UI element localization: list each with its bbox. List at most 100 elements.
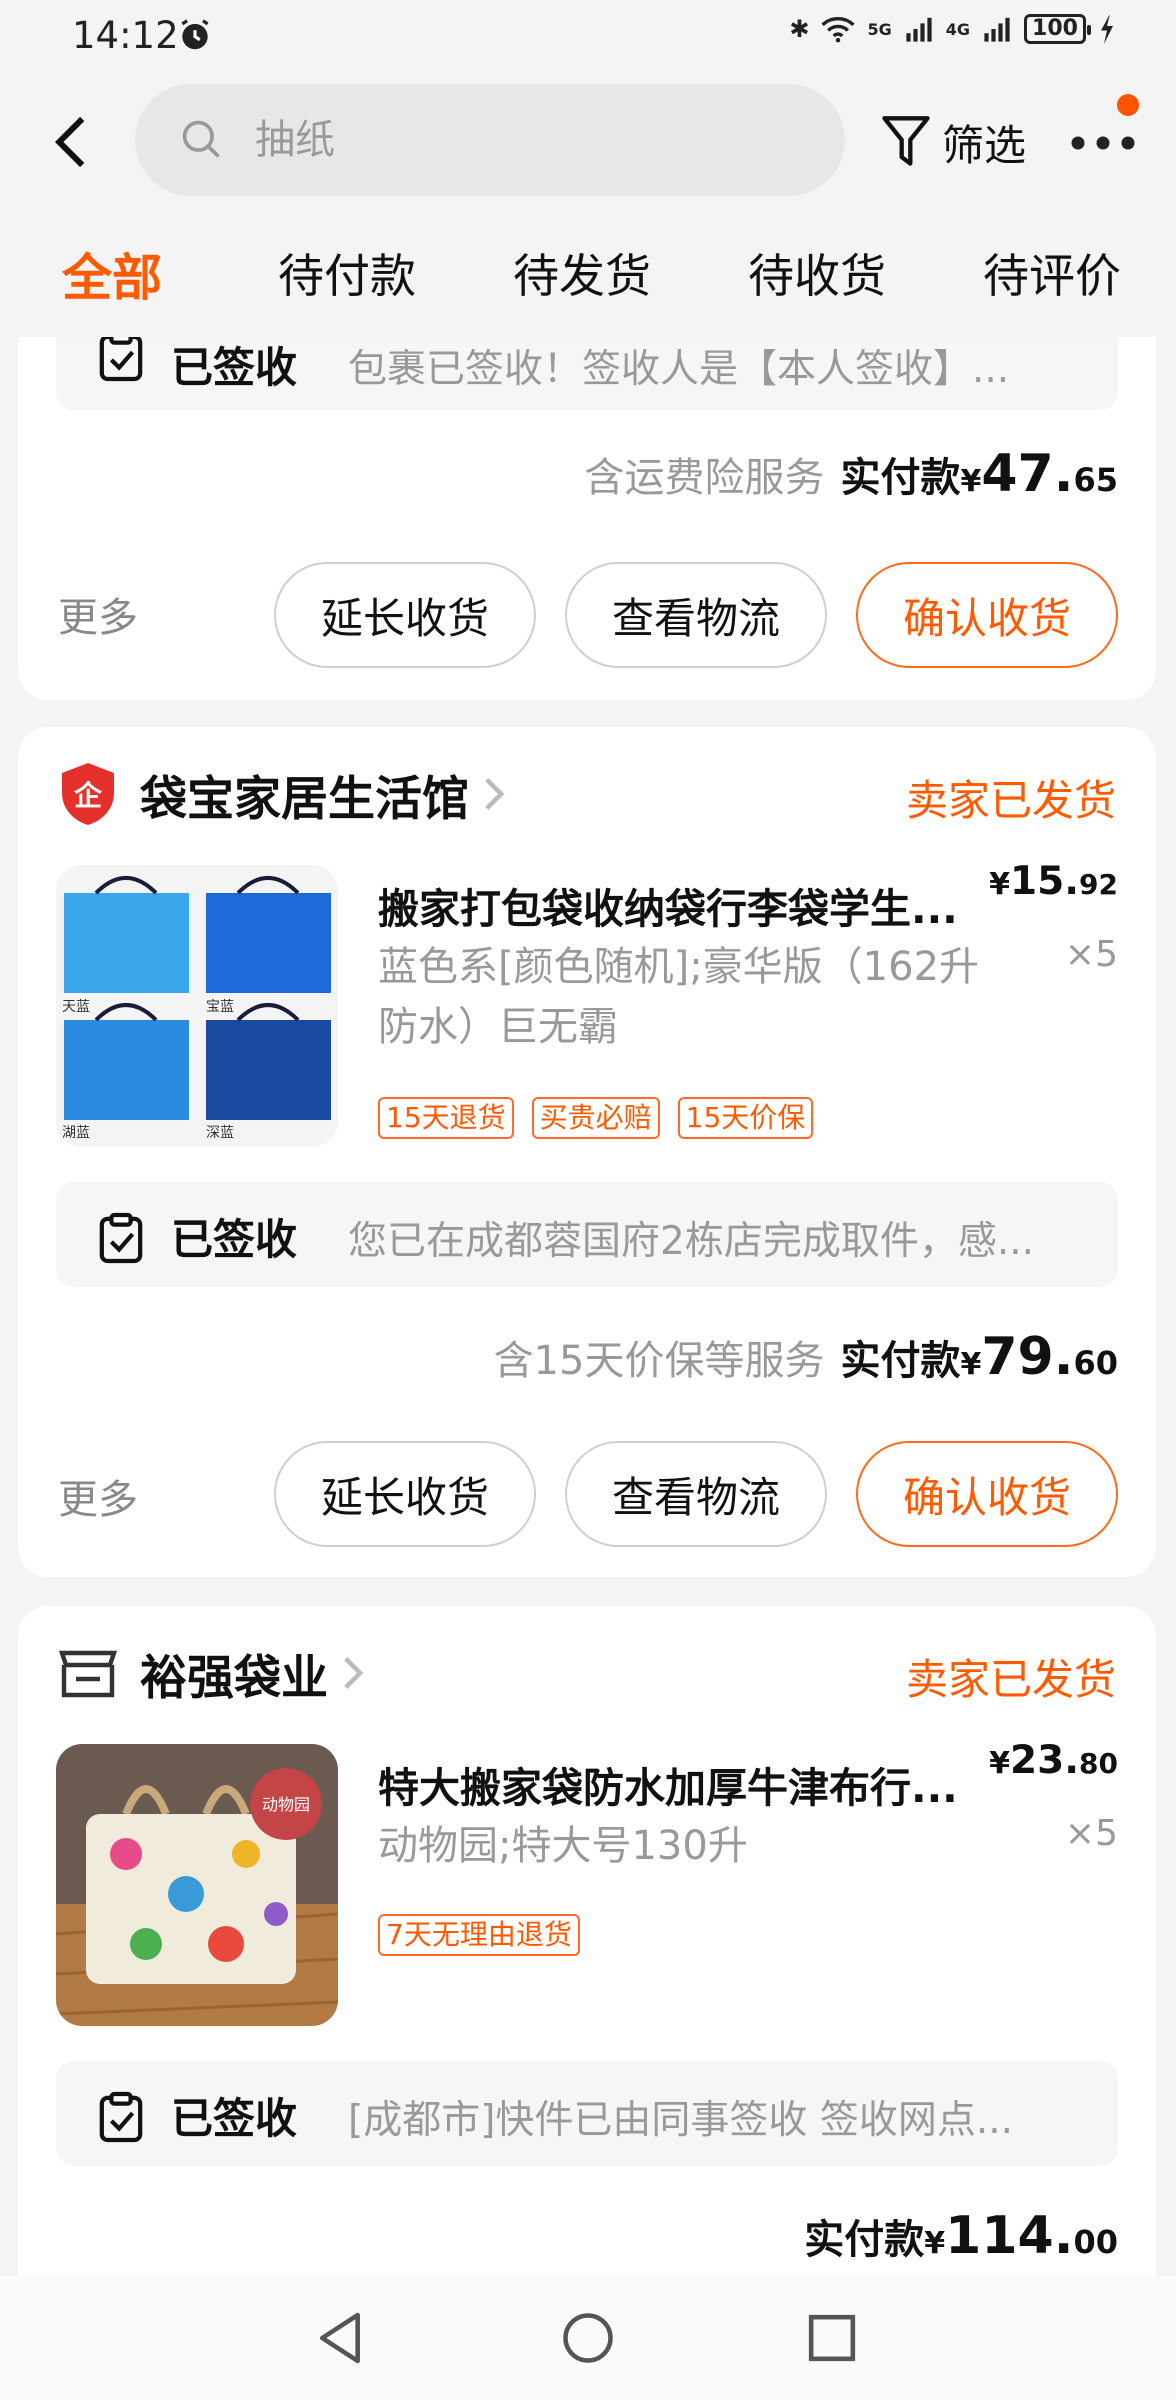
currency-symbol: ¥ — [960, 1347, 982, 1382]
animal-bag-image: 动物园 — [56, 1744, 338, 2026]
price-currency: ¥ — [989, 867, 1010, 902]
tab-pending-receipt[interactable]: 待收货 — [748, 240, 886, 306]
product-title[interactable]: 特大搬家袋防水加厚牛津布行... — [378, 1754, 1018, 1814]
clipboard-check-icon — [99, 2091, 143, 2143]
service-note: 含运费险服务 — [584, 455, 825, 501]
battery-icon: 100 — [1024, 14, 1091, 44]
order-card: 企 袋宝家居生活馆 卖家已发货 天蓝 宝蓝 湖蓝 深蓝 搬家打包袋收纳袋行李袋学… — [18, 727, 1156, 1577]
store-name: 裕强袋业 — [140, 1650, 328, 1706]
extend-receipt-button[interactable]: 延长收货 — [274, 562, 536, 668]
shop-icon — [58, 1650, 118, 1698]
clipboard-check-icon — [99, 330, 143, 382]
logistics-detail: 您已在成都蓉国府2栋店完成取件，感... — [348, 1219, 1035, 1264]
store-link[interactable]: 企 袋宝家居生活馆 — [58, 759, 505, 829]
signal-icon — [906, 17, 932, 42]
status-icons: ✱ 5G 4G 100 — [789, 14, 1116, 44]
system-nav-bar — [0, 2276, 1176, 2400]
logistics-bar[interactable]: 已签收 [成都市]快件已由同事签收 签收网点... — [56, 2061, 1118, 2166]
paid-label: 实付款 — [804, 2217, 925, 2263]
logistics-bar[interactable]: 已签收 您已在成都蓉国府2栋店完成取件，感... — [56, 1182, 1118, 1287]
filter-label: 筛选 — [942, 120, 1027, 170]
product-sku: 蓝色系[颜色随机];豪华版（162升防水）巨无霸 — [378, 944, 980, 1050]
store-shield-icon: 企 — [62, 763, 114, 825]
view-logistics-button[interactable]: 查看物流 — [565, 1441, 827, 1547]
extend-receipt-button[interactable]: 延长收货 — [274, 1441, 536, 1547]
product-thumbnail[interactable]: 天蓝 宝蓝 湖蓝 深蓝 — [56, 865, 338, 1147]
search-bar[interactable] — [135, 84, 845, 196]
paid-integer: 47. — [981, 444, 1074, 504]
search-input[interactable] — [255, 110, 755, 170]
thumb-label-4: 深蓝 — [206, 1125, 234, 1141]
currency-symbol: ¥ — [924, 2226, 946, 2261]
filter-icon — [882, 116, 930, 166]
tab-pending-payment[interactable]: 待付款 — [278, 240, 416, 306]
logistics-detail: [成都市]快件已由同事签收 签收网点... — [348, 2098, 1014, 2143]
search-icon — [182, 120, 220, 158]
logistics-detail: 包裹已签收！签收人是【本人签收】... — [348, 347, 1010, 392]
logistics-state: 已签收 — [171, 1215, 298, 1264]
store-link[interactable]: 裕强袋业 — [58, 1638, 364, 1708]
paid-label: 实付款 — [840, 455, 961, 501]
confirm-receipt-button[interactable]: 确认收货 — [856, 562, 1118, 668]
tab-all[interactable]: 全部 — [62, 238, 162, 310]
paid-amount-row: 含15天价保等服务 实付款 ¥ 79. 60 — [494, 1327, 1118, 1387]
order-tabs: 全部 待付款 待发货 待收货 待评价 — [0, 240, 1176, 312]
price-integer: 23. — [1009, 1738, 1080, 1783]
service-tag: 买贵必赔 — [531, 1097, 660, 1139]
logistics-state: 已签收 — [171, 343, 298, 392]
paid-amount-row: 含运费险服务 实付款 ¥ 47. 65 — [584, 444, 1118, 504]
notification-dot — [1117, 94, 1139, 116]
service-note: 含15天价保等服务 — [493, 1338, 825, 1384]
service-tag: 15天价保 — [677, 1097, 814, 1139]
wifi-icon — [821, 17, 856, 43]
service-tags: 15天退货 买贵必赔 15天价保 — [378, 1097, 814, 1139]
tab-pending-shipment[interactable]: 待发货 — [513, 240, 651, 306]
currency-symbol: ¥ — [960, 464, 982, 499]
filter-button[interactable]: 筛选 — [880, 110, 1026, 174]
confirm-receipt-button[interactable]: 确认收货 — [856, 1441, 1118, 1547]
chevron-right-icon — [485, 778, 505, 810]
price-decimal: 92 — [1079, 868, 1118, 901]
paid-integer: 114. — [945, 2206, 1074, 2266]
alarm-icon — [181, 19, 209, 50]
product-thumbnail[interactable]: 动物园 — [56, 1744, 338, 2026]
nav-home-icon[interactable] — [561, 2311, 615, 2365]
more-link[interactable]: 更多 — [58, 585, 138, 643]
nav-back-icon[interactable] — [316, 2310, 366, 2366]
view-logistics-button[interactable]: 查看物流 — [565, 562, 827, 668]
header: 筛选 全部 待付款 待发货 待收货 待评价 — [0, 72, 1176, 337]
paid-integer: 79. — [981, 1327, 1074, 1387]
product-title[interactable]: 搬家打包袋收纳袋行李袋学生... — [378, 875, 1018, 935]
status-bar: 14:12 ✱ 5G 4G 100 — [0, 0, 1176, 72]
service-tag: 15天退货 — [378, 1097, 514, 1139]
service-tags: 7天无理由退货 — [378, 1914, 580, 1956]
thumb-label-2: 宝蓝 — [206, 999, 234, 1015]
clipboard-check-icon — [99, 1212, 143, 1264]
signal-icon-2 — [984, 17, 1010, 42]
paid-decimal: 65 — [1073, 461, 1118, 499]
product-sku: 动物园;特大号130升 — [378, 1823, 748, 1869]
bluetooth-icon: ✱ — [789, 15, 810, 43]
price-currency: ¥ — [989, 1746, 1010, 1781]
product-price: ¥23.80 — [989, 1738, 1118, 1783]
back-icon[interactable] — [50, 112, 96, 172]
blue-bags-image: 天蓝 宝蓝 湖蓝 深蓝 — [56, 865, 338, 1147]
thumb-label-3: 湖蓝 — [62, 1125, 90, 1141]
order-card: 裕强袋业 卖家已发货 动物园 特大搬家袋防水加厚牛津布行... 动物园;特大号1… — [18, 1606, 1156, 2326]
tab-pending-review[interactable]: 待评价 — [983, 240, 1121, 306]
svg-text:企: 企 — [74, 779, 103, 812]
signal-5g-label: 5G — [867, 19, 892, 39]
store-name: 袋宝家居生活馆 — [140, 771, 469, 827]
paid-amount-row: 实付款 ¥ 114. 00 — [804, 2206, 1118, 2266]
product-quantity: ×5 — [1064, 934, 1118, 975]
ship-status: 卖家已发货 — [905, 1655, 1116, 1704]
status-time: 14:12 — [72, 14, 179, 57]
price-integer: 15. — [1009, 859, 1080, 904]
thumb-label-1: 天蓝 — [62, 999, 90, 1015]
signal-4g-label: 4G — [945, 19, 970, 39]
more-options-icon[interactable] — [1070, 128, 1136, 158]
more-link[interactable]: 更多 — [58, 1467, 138, 1525]
chevron-right-icon — [344, 1657, 364, 1689]
nav-recents-icon[interactable] — [807, 2313, 857, 2363]
thumb-badge: 动物园 — [262, 1795, 310, 1814]
